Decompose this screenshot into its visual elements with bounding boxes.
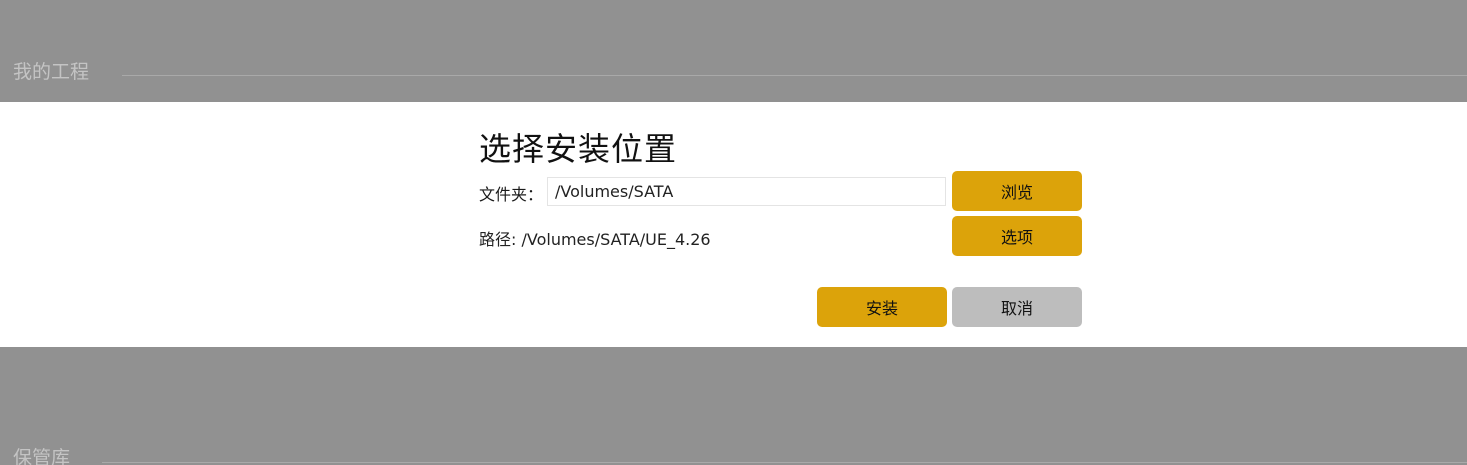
install-location-dialog <box>0 102 1467 347</box>
options-button[interactable]: 选项 <box>952 216 1082 256</box>
my-projects-title: 我的工程 <box>13 61 90 83</box>
vault-title: 保管库 <box>13 447 71 465</box>
folder-path-input[interactable] <box>547 177 946 206</box>
path-value: /Volumes/SATA/UE_4.26 <box>521 230 711 249</box>
install-path-row: 路径: /Volumes/SATA/UE_4.26 <box>479 226 711 250</box>
cancel-button[interactable]: 取消 <box>952 287 1082 327</box>
install-button[interactable]: 安装 <box>817 287 947 327</box>
dialog-title: 选择安装位置 <box>479 130 678 168</box>
folder-label: 文件夹： <box>479 185 544 204</box>
my-projects-divider <box>122 75 1467 76</box>
my-projects-section: 我的工程 <box>0 0 1467 102</box>
vault-section: 保管库 <box>0 347 1467 465</box>
browse-button[interactable]: 浏览 <box>952 171 1082 211</box>
path-label: 路径: <box>479 230 517 249</box>
vault-divider <box>102 462 1467 463</box>
